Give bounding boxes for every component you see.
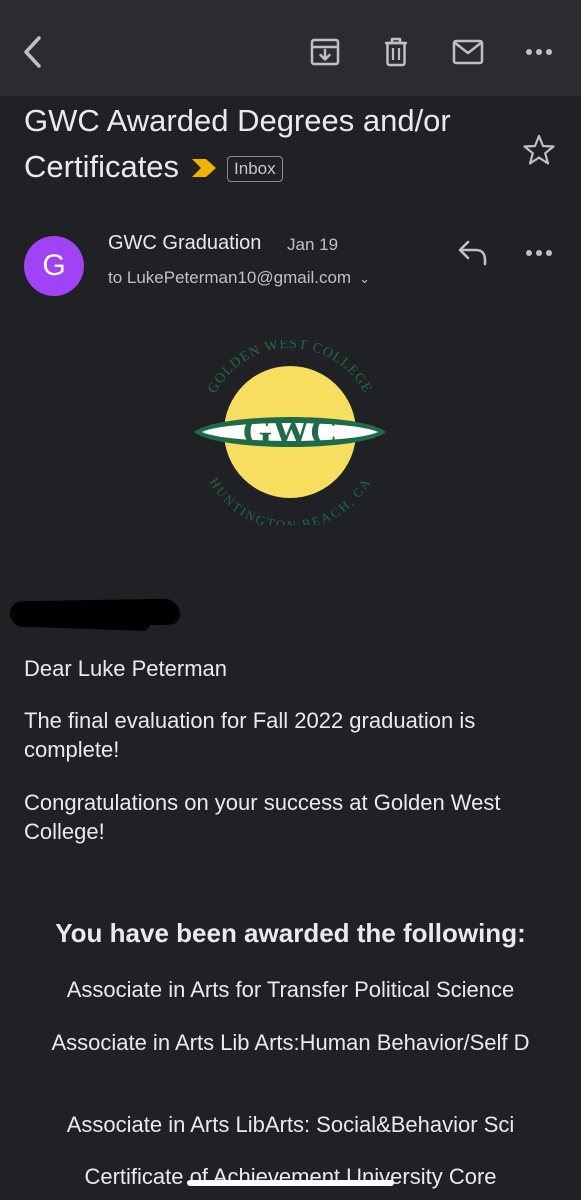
- awards-heading: You have been awarded the following:: [55, 918, 526, 948]
- archive-button[interactable]: [299, 26, 351, 78]
- paragraph-1: The final evaluation for Fall 2022 gradu…: [24, 708, 476, 762]
- sender-avatar[interactable]: G: [24, 236, 84, 296]
- recipient-text: to LukePeterman10@gmail.com: [108, 268, 352, 287]
- redacted-text: [29, 612, 151, 632]
- logo-center-text: GWC: [243, 411, 338, 453]
- delete-button[interactable]: [370, 26, 422, 78]
- recipient-details[interactable]: to LukePeterman10@gmail.com ⌄: [108, 268, 370, 288]
- gwc-logo: GWC GOLDEN WEST COLLEGE HUNTINGTON BEACH…: [194, 340, 386, 525]
- more-icon: [526, 250, 552, 256]
- back-icon: [24, 36, 41, 68]
- important-marker-icon[interactable]: [191, 146, 217, 192]
- archive-icon: [310, 38, 340, 66]
- paragraph-2: Congratulations on your success at Golde…: [24, 790, 501, 844]
- mail-icon: [452, 39, 484, 65]
- email-date: Jan 19: [287, 235, 339, 254]
- email-subject: GWC Awarded Degrees and/or Certificates I…: [24, 98, 504, 192]
- top-toolbar: [0, 0, 581, 96]
- more-icon: [526, 49, 552, 55]
- sender-name: GWC Graduation: [108, 232, 262, 254]
- back-button[interactable]: [8, 26, 60, 78]
- award-item: Associate in Arts LibArts: Social&Behavi…: [66, 1112, 515, 1137]
- chevron-down-icon: ⌄: [359, 271, 371, 286]
- reply-icon: [458, 240, 487, 266]
- home-indicator[interactable]: [187, 1180, 394, 1186]
- award-item: Certificate of Achievement University Co…: [84, 1164, 497, 1189]
- greeting: Dear Luke Peterman: [24, 656, 227, 681]
- award-item: Associate in Arts for Transfer Political…: [66, 977, 515, 1002]
- more-options-button[interactable]: [513, 26, 565, 78]
- message-more-button[interactable]: [522, 236, 556, 275]
- delete-icon: [385, 37, 407, 67]
- award-item: Associate in Arts Lib Arts:Human Behavio…: [51, 1030, 530, 1055]
- star-icon: [523, 134, 555, 165]
- star-button[interactable]: [522, 133, 556, 172]
- inbox-label[interactable]: Inbox: [227, 155, 283, 182]
- mark-unread-button[interactable]: [442, 26, 494, 78]
- reply-button[interactable]: [456, 236, 490, 275]
